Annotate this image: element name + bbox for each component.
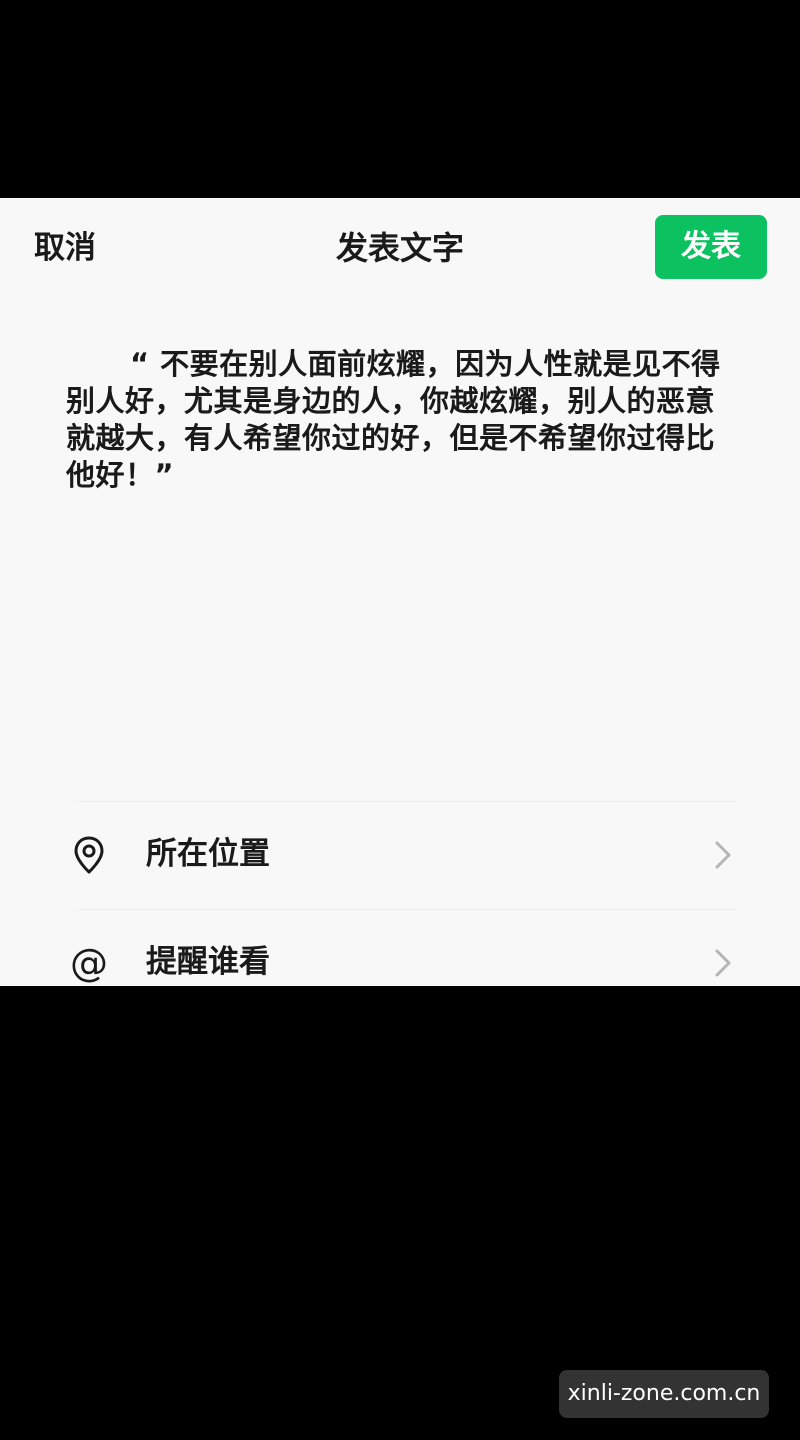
post-text-area[interactable]: “ 不要在别人面前炫耀，因为人性就是见不得别人好，尤其是身边的人，你越炫耀，别人… [66,346,734,494]
location-row[interactable]: 所在位置 [0,810,800,900]
mention-row[interactable]: @ 提醒谁看 [0,918,800,986]
watermark: xinli-zone.com.cn [559,1370,769,1418]
at-glyph: @ [70,941,108,985]
location-label: 所在位置 [146,836,270,872]
cancel-button[interactable]: 取消 [34,226,96,270]
divider [78,909,736,910]
divider [78,801,736,802]
mention-label: 提醒谁看 [146,944,270,980]
screenshot-frame: 取消 发表文字 发表 “ 不要在别人面前炫耀，因为人性就是见不得别人好，尤其是身… [0,0,800,1440]
at-icon: @ [68,942,110,984]
chevron-right-icon [708,840,738,870]
publish-button[interactable]: 发表 [655,215,767,279]
chevron-right-icon [708,948,738,978]
compose-panel: 取消 发表文字 发表 “ 不要在别人面前炫耀，因为人性就是见不得别人好，尤其是身… [0,198,800,986]
location-pin-icon [68,834,110,876]
compose-header: 取消 发表文字 发表 [0,198,800,298]
